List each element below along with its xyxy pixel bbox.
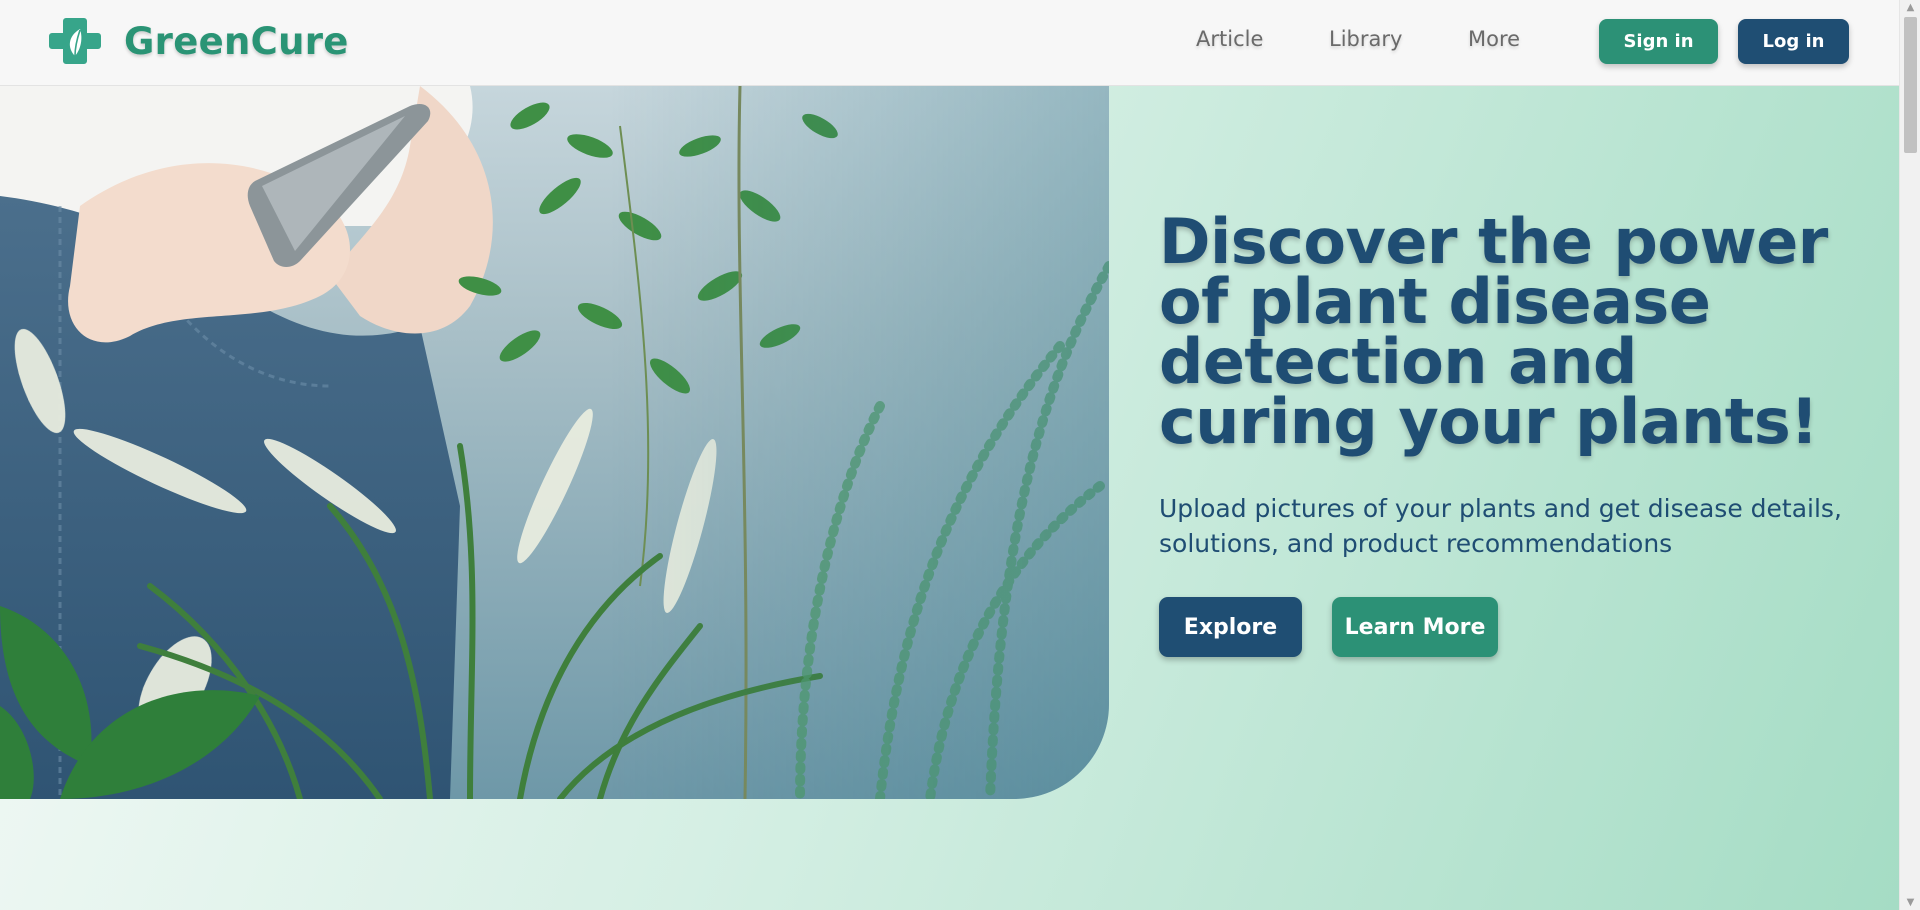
learn-more-button[interactable]: Learn More: [1332, 597, 1498, 657]
nav-link-article[interactable]: Article: [1196, 27, 1263, 51]
sign-in-button[interactable]: Sign in: [1599, 19, 1718, 64]
top-navbar: GreenCure Article Library More Sign in L…: [0, 0, 1899, 86]
nav-link-library[interactable]: Library: [1329, 27, 1402, 51]
log-in-button[interactable]: Log in: [1738, 19, 1849, 64]
vertical-scrollbar[interactable]: ▲ ▼: [1899, 0, 1920, 910]
scroll-thumb[interactable]: [1904, 17, 1917, 153]
brand-name: GreenCure: [124, 19, 349, 63]
hero-title: Discover the power of plant disease dete…: [1159, 205, 1828, 458]
hero-image: [0, 86, 1109, 799]
nav-link-more[interactable]: More: [1468, 27, 1520, 51]
hero-subtitle: Upload pictures of your plants and get d…: [1159, 494, 1842, 558]
brand[interactable]: GreenCure: [48, 14, 349, 68]
scroll-down-arrow-icon[interactable]: ▼: [1905, 897, 1916, 908]
medical-cross-leaf-icon: [49, 18, 101, 64]
scroll-up-arrow-icon[interactable]: ▲: [1905, 2, 1916, 13]
explore-button[interactable]: Explore: [1159, 597, 1302, 657]
hero-photo-illustration: [0, 86, 1109, 799]
